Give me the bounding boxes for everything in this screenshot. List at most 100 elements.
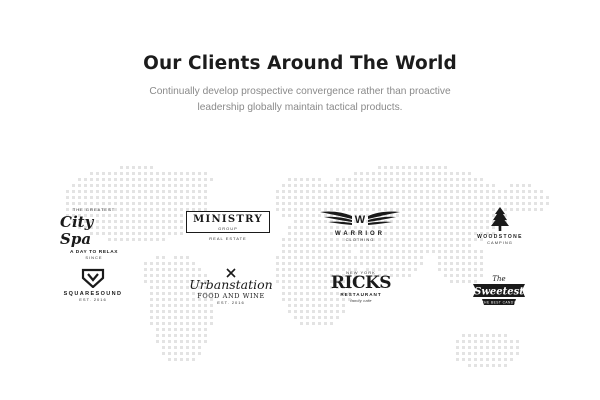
map-dot — [456, 274, 459, 277]
map-dot — [126, 172, 129, 175]
map-dot — [462, 226, 465, 229]
map-dot — [462, 358, 465, 361]
map-dot — [324, 316, 327, 319]
map-dot — [324, 262, 327, 265]
map-dot — [516, 190, 519, 193]
map-dot — [480, 178, 483, 181]
map-dot — [408, 256, 411, 259]
map-dot — [210, 310, 213, 313]
map-dot — [174, 340, 177, 343]
map-dot — [294, 208, 297, 211]
map-dot — [360, 256, 363, 259]
map-dot — [462, 250, 465, 253]
map-dot — [384, 166, 387, 169]
map-dot — [456, 262, 459, 265]
map-dot — [96, 184, 99, 187]
map-dot — [66, 196, 69, 199]
map-dot — [372, 202, 375, 205]
map-dot — [342, 244, 345, 247]
map-dot — [486, 184, 489, 187]
client-logo-ministry[interactable]: MINISTRY GROUP REAL ESTATE — [186, 211, 270, 241]
map-dot — [504, 346, 507, 349]
map-dot — [150, 292, 153, 295]
map-dot — [498, 190, 501, 193]
map-dot — [306, 208, 309, 211]
client-logo-city-spa[interactable]: THE GREATEST City Spa A DAY TO RELAX SIN… — [60, 207, 128, 260]
map-dot — [138, 232, 141, 235]
map-dot — [156, 286, 159, 289]
map-dot — [180, 232, 183, 235]
map-dot — [132, 226, 135, 229]
map-dot — [300, 190, 303, 193]
map-dot — [474, 268, 477, 271]
map-dot — [120, 202, 123, 205]
map-dot — [198, 352, 201, 355]
map-dot — [288, 202, 291, 205]
map-dot — [318, 196, 321, 199]
map-dot — [402, 196, 405, 199]
map-dot — [168, 214, 171, 217]
map-dot — [330, 202, 333, 205]
map-dot — [396, 202, 399, 205]
client-logo-ricks[interactable]: NEW YORK RICKS RESTAURANT family cafe — [331, 270, 392, 303]
map-dot — [156, 238, 159, 241]
map-dot — [210, 178, 213, 181]
map-dot — [420, 214, 423, 217]
map-dot — [138, 202, 141, 205]
map-dot — [162, 262, 165, 265]
map-dot — [468, 226, 471, 229]
client-logo-squaresound[interactable]: SQUARESOUND EST. 2016 — [64, 268, 122, 302]
map-dot — [330, 304, 333, 307]
map-dot — [168, 232, 171, 235]
map-dot — [342, 184, 345, 187]
map-dot — [420, 244, 423, 247]
map-dot — [180, 172, 183, 175]
map-dot — [180, 262, 183, 265]
map-dot — [468, 334, 471, 337]
map-dot — [294, 232, 297, 235]
map-dot — [456, 214, 459, 217]
map-dot — [348, 250, 351, 253]
map-dot — [162, 214, 165, 217]
map-dot — [282, 280, 285, 283]
map-dot — [468, 244, 471, 247]
map-dot — [324, 310, 327, 313]
map-dot — [174, 262, 177, 265]
map-dot — [300, 298, 303, 301]
map-dot — [180, 328, 183, 331]
map-dot — [450, 250, 453, 253]
section-subtitle: Continually develop prospective converge… — [149, 86, 451, 113]
map-dot — [342, 196, 345, 199]
map-dot — [468, 238, 471, 241]
map-dot — [474, 178, 477, 181]
map-dot — [150, 238, 153, 241]
map-dot — [498, 364, 501, 367]
map-dot — [162, 238, 165, 241]
map-dot — [462, 274, 465, 277]
map-dot — [414, 202, 417, 205]
client-logo-sweetest[interactable]: The Sweetest THE BEST CANDY — [470, 272, 528, 312]
map-dot — [396, 256, 399, 259]
map-dot — [312, 316, 315, 319]
map-dot — [288, 292, 291, 295]
map-dot — [144, 214, 147, 217]
map-dot — [360, 250, 363, 253]
client-logo-urbanstation[interactable]: Urbanstation FOOD AND WINE EST. 2016 — [188, 268, 274, 305]
map-dot — [414, 244, 417, 247]
map-dot — [96, 178, 99, 181]
map-dot — [312, 202, 315, 205]
map-dot — [108, 196, 111, 199]
map-dot — [408, 196, 411, 199]
client-logo-warrior[interactable]: W WARRIOR CLOTHING — [318, 208, 402, 242]
map-dot — [432, 184, 435, 187]
map-dot — [492, 184, 495, 187]
map-dot — [306, 292, 309, 295]
map-dot — [414, 178, 417, 181]
map-dot — [324, 280, 327, 283]
map-dot — [456, 226, 459, 229]
map-dot — [456, 232, 459, 235]
map-dot — [318, 244, 321, 247]
client-logo-woodstone[interactable]: WOODSTONE CAMPING — [477, 207, 523, 245]
map-dot — [486, 340, 489, 343]
map-dot — [144, 262, 147, 265]
